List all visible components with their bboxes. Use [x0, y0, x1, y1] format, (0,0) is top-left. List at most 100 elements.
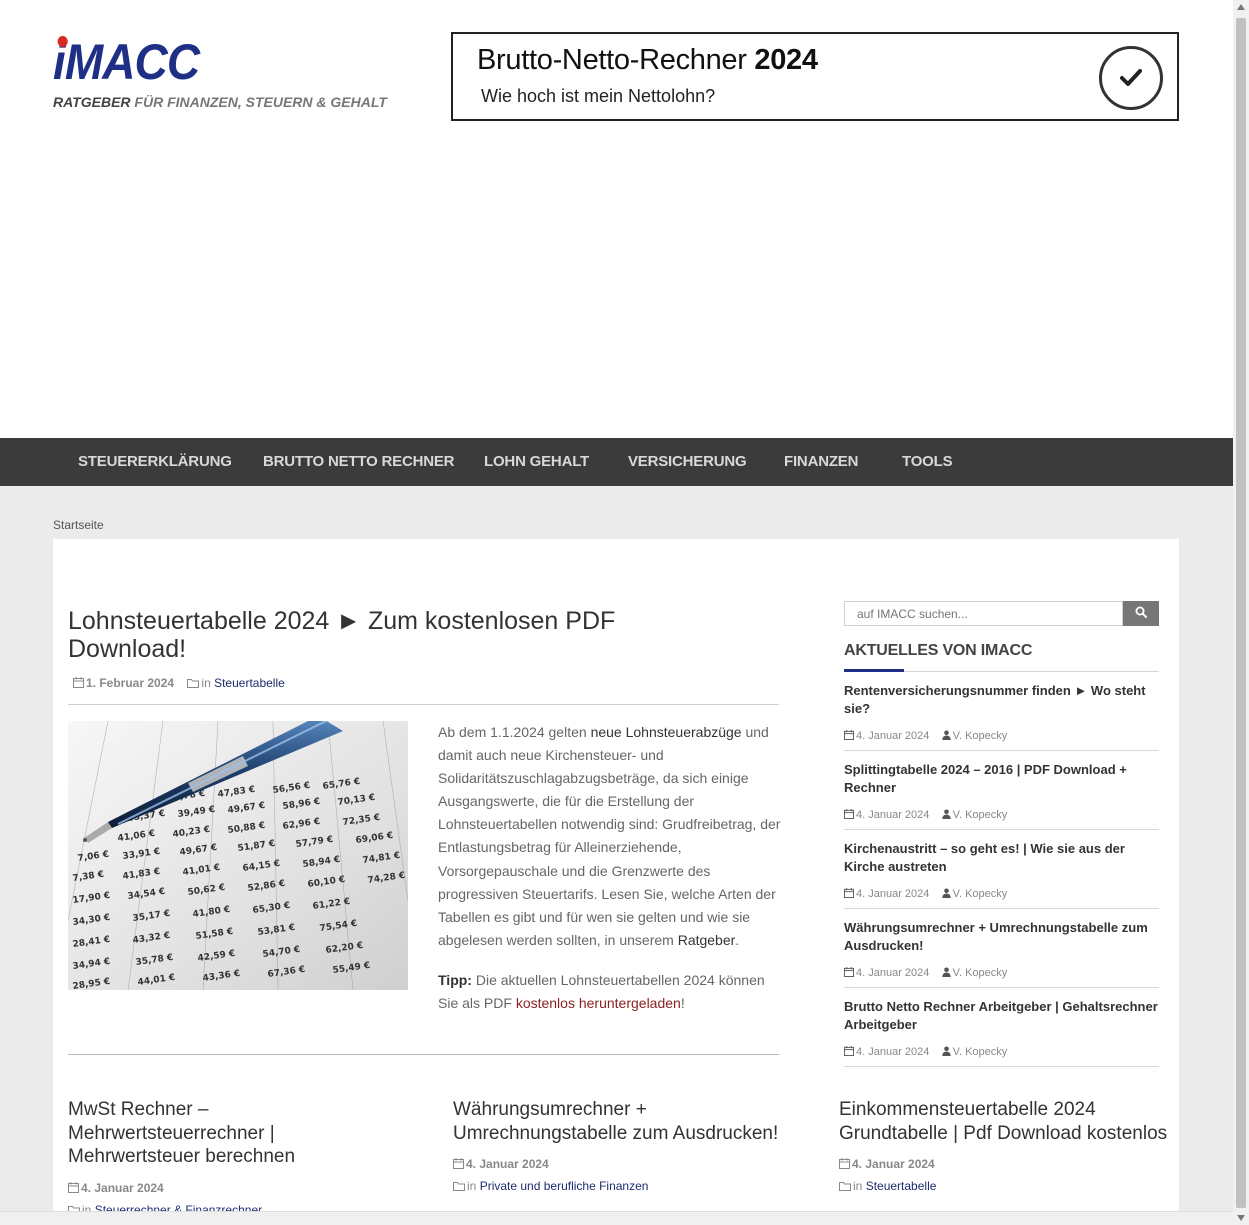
logo-wordmark: iMACC — [53, 34, 360, 90]
nav-item-versicherung[interactable]: VERSICHERUNG — [628, 438, 747, 486]
search-button[interactable] — [1123, 601, 1159, 626]
scroll-up-arrow-icon[interactable] — [1237, 4, 1245, 10]
card-title[interactable]: Einkommensteuertabelle 2024 Grundtabelle… — [839, 1099, 1167, 1144]
post-in-label: in — [201, 676, 211, 690]
excerpt-text-2: und damit auch neue Kirchensteuer- und S… — [438, 724, 781, 948]
sidebar-heading: AKTUELLES VON IMACC — [844, 642, 1033, 659]
list-item: Splittingtabelle 2024 – 2016 | PDF Downl… — [844, 751, 1159, 830]
divider — [68, 1054, 779, 1055]
nav-item-brutto-netto-rechner[interactable]: BRUTTO NETTO RECHNER — [263, 438, 454, 486]
search-icon — [1135, 605, 1147, 623]
card-title[interactable]: MwSt Rechner – Mehrwertsteuerrechner | M… — [68, 1099, 295, 1167]
post-thumbnail[interactable]: 38,78 € 47,83 € 56,56 € 65,76 € 33,37 € … — [68, 721, 408, 990]
card-title[interactable]: Währungsumrechner + Umrechnungstabelle z… — [453, 1099, 778, 1144]
search-input[interactable] — [844, 601, 1123, 626]
divider — [68, 704, 779, 705]
ad-banner[interactable]: Brutto-Netto-Rechner 2024 Wie hoch ist m… — [451, 32, 1179, 121]
list-item-meta: 4. Januar 2024 V. Kopecky — [844, 967, 1159, 980]
card-category: in Private und berufliche Finanzen — [453, 1179, 793, 1194]
calendar-icon — [844, 1046, 854, 1059]
tip-end: ! — [680, 995, 685, 1012]
list-item-author: V. Kopecky — [952, 888, 1008, 900]
list-item-title[interactable]: Splittingtabelle 2024 – 2016 | PDF Downl… — [844, 762, 1127, 795]
post-title[interactable]: Lohnsteuertabelle 2024 ► Zum kostenlosen… — [68, 607, 708, 663]
post-card: Währungsumrechner + Umrechnungstabelle z… — [453, 1098, 793, 1194]
calendar-icon — [844, 809, 854, 822]
main-nav: STEUERERKLÄRUNG BRUTTO NETTO RECHNER LOH… — [0, 438, 1233, 486]
calendar-icon — [68, 1181, 79, 1196]
excerpt-text-3: . — [735, 931, 740, 948]
post-excerpt: Ab dem 1.1.2024 gelten neue Lohnsteuerab… — [438, 721, 783, 952]
user-icon — [941, 809, 951, 822]
content-area: Lohnsteuertabelle 2024 ► Zum kostenlosen… — [53, 539, 1179, 1225]
post-category-link[interactable]: Steuertabelle — [214, 676, 285, 690]
post-meta: 1. Februar 2024 in Steuertabelle — [73, 676, 285, 691]
scrollbar-thumb[interactable] — [1236, 18, 1246, 1208]
list-item-date: 4. Januar 2024 — [856, 730, 930, 742]
scroll-down-arrow-icon[interactable] — [1237, 1215, 1245, 1221]
list-item-meta: 4. Januar 2024 V. Kopecky — [844, 730, 1159, 743]
user-icon — [941, 888, 951, 901]
post-tip: Tipp: Die aktuellen Lohnsteuertabellen 2… — [438, 969, 783, 1015]
calendar-icon — [844, 967, 854, 980]
sidebar: AKTUELLES VON IMACC Rentenversicherungsn… — [844, 601, 1159, 1067]
nav-item-finanzen[interactable]: FINANZEN — [784, 438, 858, 486]
card-date: 4. Januar 2024 — [466, 1157, 549, 1171]
tip-download-link[interactable]: kostenlos heruntergeladen — [516, 995, 681, 1011]
banner-subtitle: Wie hoch ist mein Nettolohn? — [481, 86, 716, 106]
logo-dot — [57, 36, 68, 47]
list-item-author: V. Kopecky — [952, 967, 1008, 979]
calendar-icon — [73, 677, 84, 691]
breadcrumb[interactable]: Startseite — [53, 518, 104, 532]
sidebar-heading-rule — [844, 669, 1159, 672]
list-item-title[interactable]: Kirchenaustritt – so geht es! | Wie sie … — [844, 841, 1125, 874]
list-item-title[interactable]: Währungsumrechner + Umrechnungstabelle z… — [844, 920, 1148, 953]
folder-icon — [453, 1180, 465, 1194]
user-icon — [941, 730, 951, 743]
nav-item-steuererklaerung[interactable]: STEUERERKLÄRUNG — [78, 438, 232, 486]
banner-title-text: Brutto-Netto-Rechner — [477, 44, 747, 76]
search-form — [844, 601, 1159, 626]
list-item-date: 4. Januar 2024 — [856, 888, 930, 900]
excerpt-bold-1: neue Lohnsteuerabzüge — [590, 724, 742, 740]
post-card: MwSt Rechner – Mehrwertsteuerrechner | M… — [68, 1098, 408, 1218]
post-date: 1. Februar 2024 — [86, 676, 175, 690]
list-item-meta: 4. Januar 2024 V. Kopecky — [844, 1046, 1159, 1059]
page: iMACC RATGEBER FÜR FINANZEN, STEUERN & G… — [0, 0, 1249, 1225]
horizontal-scrollbar[interactable] — [0, 1211, 1233, 1225]
list-item-title[interactable]: Brutto Netto Rechner Arbeitgeber | Gehal… — [844, 999, 1158, 1032]
card-meta: 4. Januar 2024 — [839, 1157, 1179, 1172]
list-item-date: 4. Januar 2024 — [856, 1046, 930, 1058]
card-category-link[interactable]: Private und berufliche Finanzen — [480, 1179, 649, 1193]
calendar-icon — [844, 888, 854, 901]
site-logo[interactable]: iMACC RATGEBER FÜR FINANZEN, STEUERN & G… — [53, 34, 387, 110]
list-item-meta: 4. Januar 2024 V. Kopecky — [844, 809, 1159, 822]
card-in-label: in — [853, 1179, 863, 1193]
list-item-author: V. Kopecky — [952, 730, 1008, 742]
list-item: Brutto Netto Rechner Arbeitgeber | Gehal… — [844, 988, 1159, 1067]
logo-tagline-strong: RATGEBER — [53, 94, 131, 110]
calendar-icon — [453, 1158, 464, 1172]
tip-label: Tipp: — [438, 972, 472, 988]
card-meta: 4. Januar 2024 — [68, 1181, 408, 1196]
nav-item-lohn-gehalt[interactable]: LOHN GEHALT — [484, 438, 589, 486]
card-date: 4. Januar 2024 — [81, 1180, 164, 1195]
list-item-title[interactable]: Rentenversicherungsnummer finden ► Wo st… — [844, 683, 1146, 716]
excerpt-bold-2: Ratgeber — [677, 931, 736, 948]
vertical-scrollbar[interactable] — [1233, 0, 1249, 1225]
calendar-icon — [839, 1158, 850, 1172]
nav-item-tools[interactable]: TOOLS — [902, 438, 953, 486]
list-item-author: V. Kopecky — [952, 809, 1008, 821]
checkmark-icon[interactable] — [1099, 46, 1163, 110]
post-card: Einkommensteuertabelle 2024 Grundtabelle… — [839, 1098, 1179, 1194]
list-item-date: 4. Januar 2024 — [856, 967, 930, 979]
logo-tagline: RATGEBER FÜR FINANZEN, STEUERN & GEHALT — [53, 94, 387, 110]
card-category-link[interactable]: Steuertabelle — [866, 1179, 937, 1193]
list-item: Kirchenaustritt – so geht es! | Wie sie … — [844, 830, 1159, 909]
card-meta: 4. Januar 2024 — [453, 1157, 793, 1172]
logo-wordmark-text: iMACC — [53, 34, 200, 90]
logo-tagline-rest: FÜR FINANZEN, STEUERN & GEHALT — [130, 94, 387, 110]
site-header: iMACC RATGEBER FÜR FINANZEN, STEUERN & G… — [0, 0, 1233, 438]
card-category: in Steuertabelle — [839, 1179, 1179, 1194]
card-in-label: in — [467, 1179, 477, 1193]
